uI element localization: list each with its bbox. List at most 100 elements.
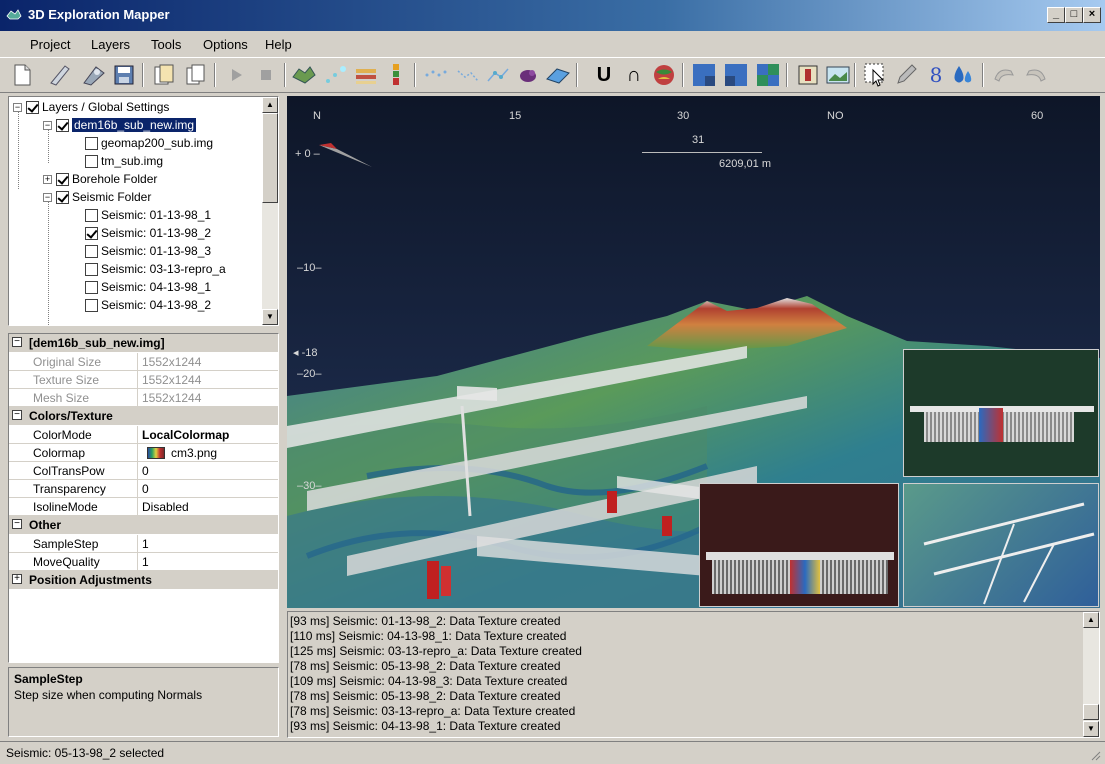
property-section-colors[interactable]: − Colors/Texture: [9, 407, 278, 425]
collapse-icon[interactable]: −: [12, 337, 22, 347]
property-row[interactable]: SampleStep 1: [9, 535, 278, 553]
polyline-icon[interactable]: [454, 61, 482, 89]
scatter-icon[interactable]: [422, 61, 450, 89]
collapse-icon[interactable]: −: [43, 192, 52, 202]
points-icon[interactable]: [322, 61, 350, 89]
drop-icon[interactable]: [950, 61, 978, 89]
property-row[interactable]: MoveQuality 1: [9, 553, 278, 571]
menu-tools[interactable]: Tools: [151, 37, 181, 52]
checkbox[interactable]: [26, 100, 39, 114]
scroll-down-icon[interactable]: ▼: [1083, 721, 1099, 737]
view-1-icon[interactable]: [690, 61, 718, 89]
layer-tree[interactable]: − Layers / Global Settings − dem16b_sub_…: [8, 96, 279, 326]
tree-item-geomap200[interactable]: geomap200_sub.img: [85, 134, 213, 152]
scroll-down-icon[interactable]: ▼: [262, 309, 278, 325]
terrain-icon[interactable]: [290, 61, 318, 89]
expand-icon[interactable]: +: [12, 574, 22, 584]
view-3-icon[interactable]: [754, 61, 782, 89]
import-icon[interactable]: [150, 61, 178, 89]
property-row[interactable]: ColorMode LocalColormap: [9, 426, 278, 444]
eight-icon[interactable]: 8: [922, 61, 950, 89]
tree-item-seismic[interactable]: Seismic: 01-13-98_3: [85, 242, 211, 260]
toolbar-separator: [284, 63, 286, 87]
checkbox[interactable]: [85, 208, 98, 222]
checkbox[interactable]: [85, 262, 98, 276]
n-icon[interactable]: ∩: [620, 61, 648, 89]
tree-item-seismic[interactable]: Seismic: 01-13-98_2: [85, 224, 211, 242]
borehole-icon[interactable]: [382, 61, 410, 89]
inset-view-seismic[interactable]: [903, 349, 1099, 477]
properties-grid: − [dem16b_sub_new.img] Original Size 1552…: [8, 333, 279, 663]
tree-item-seismic[interactable]: Seismic: 01-13-98_1: [85, 206, 211, 224]
edit-icon[interactable]: [46, 61, 74, 89]
collapse-icon[interactable]: −: [13, 102, 22, 112]
property-row-colormap[interactable]: Colormap cm3.png: [9, 444, 278, 462]
checkbox[interactable]: [56, 118, 69, 132]
polyline-nodes-icon[interactable]: [484, 61, 512, 89]
select-icon[interactable]: [862, 61, 890, 89]
stop-icon[interactable]: [252, 61, 280, 89]
object-icon[interactable]: [514, 61, 542, 89]
close-button[interactable]: ×: [1083, 7, 1101, 23]
globe-icon[interactable]: [650, 61, 678, 89]
scroll-thumb[interactable]: [1083, 704, 1099, 720]
property-section-position[interactable]: + Position Adjustments: [9, 571, 278, 589]
tree-scrollbar[interactable]: ▲ ▼: [262, 97, 278, 325]
collapse-icon[interactable]: −: [12, 410, 22, 420]
pencil-icon[interactable]: [892, 61, 920, 89]
redo-icon[interactable]: [1022, 61, 1050, 89]
copy-icon[interactable]: [182, 61, 210, 89]
tree-item-seismic[interactable]: Seismic: 04-13-98_1: [85, 278, 211, 296]
play-icon[interactable]: [222, 61, 250, 89]
scroll-up-icon[interactable]: ▲: [262, 97, 278, 113]
property-row[interactable]: Transparency 0: [9, 480, 278, 498]
menu-project[interactable]: Project: [30, 37, 70, 52]
expand-icon[interactable]: +: [43, 174, 52, 184]
resize-grip-icon[interactable]: [1089, 749, 1101, 761]
checkbox[interactable]: [85, 280, 98, 294]
log-panel[interactable]: [93 ms] Seismic: 01-13-98_2: Data Textur…: [287, 611, 1100, 738]
checkbox[interactable]: [56, 190, 69, 204]
collapse-icon[interactable]: −: [12, 519, 22, 529]
maximize-button[interactable]: □: [1065, 7, 1083, 23]
checkbox[interactable]: [56, 172, 69, 186]
3d-viewport[interactable]: N 15 30 NO 60 31 6209,01 m + 0 – –10– –2…: [287, 96, 1100, 608]
inset-view-map[interactable]: [903, 483, 1099, 607]
menu-layers[interactable]: Layers: [91, 37, 130, 52]
tree-item-dem16b[interactable]: − dem16b_sub_new.img: [43, 116, 197, 134]
image-icon[interactable]: [824, 61, 852, 89]
property-row[interactable]: ColTransPow 0: [9, 462, 278, 480]
tree-item-seismic-folder[interactable]: − Seismic Folder: [43, 188, 151, 206]
undo-icon[interactable]: [990, 61, 1018, 89]
collapse-icon[interactable]: −: [43, 120, 52, 130]
property-row[interactable]: IsolineMode Disabled: [9, 498, 278, 516]
tree-item-tm-sub[interactable]: tm_sub.img: [85, 152, 163, 170]
scroll-up-icon[interactable]: ▲: [1083, 612, 1099, 628]
property-section-layer[interactable]: − [dem16b_sub_new.img]: [9, 334, 278, 352]
wizard-icon[interactable]: [80, 61, 108, 89]
log-scrollbar[interactable]: ▲ ▼: [1083, 612, 1099, 737]
tree-item-borehole-folder[interactable]: + Borehole Folder: [43, 170, 157, 188]
compass-label: N: [313, 110, 321, 122]
checkbox[interactable]: [85, 244, 98, 258]
book-icon[interactable]: [794, 61, 822, 89]
scroll-thumb[interactable]: [262, 113, 278, 203]
inset-view-section[interactable]: [699, 483, 899, 607]
checkbox[interactable]: [85, 226, 98, 240]
checkbox[interactable]: [85, 154, 98, 168]
menu-options[interactable]: Options: [203, 37, 248, 52]
plane-icon[interactable]: [544, 61, 572, 89]
new-file-icon[interactable]: [8, 61, 36, 89]
tree-item-seismic[interactable]: Seismic: 03-13-repro_a: [85, 260, 226, 278]
tree-item-seismic[interactable]: Seismic: 04-13-98_2: [85, 296, 211, 314]
tree-item-global-settings[interactable]: − Layers / Global Settings: [13, 98, 169, 116]
u-icon[interactable]: U: [590, 61, 618, 89]
checkbox[interactable]: [85, 298, 98, 312]
menu-help[interactable]: Help: [265, 37, 292, 52]
minimize-button[interactable]: _: [1047, 7, 1065, 23]
property-section-other[interactable]: − Other: [9, 516, 278, 534]
save-icon[interactable]: [110, 61, 138, 89]
stack-icon[interactable]: [352, 61, 380, 89]
view-2-icon[interactable]: [722, 61, 750, 89]
checkbox[interactable]: [85, 136, 98, 150]
